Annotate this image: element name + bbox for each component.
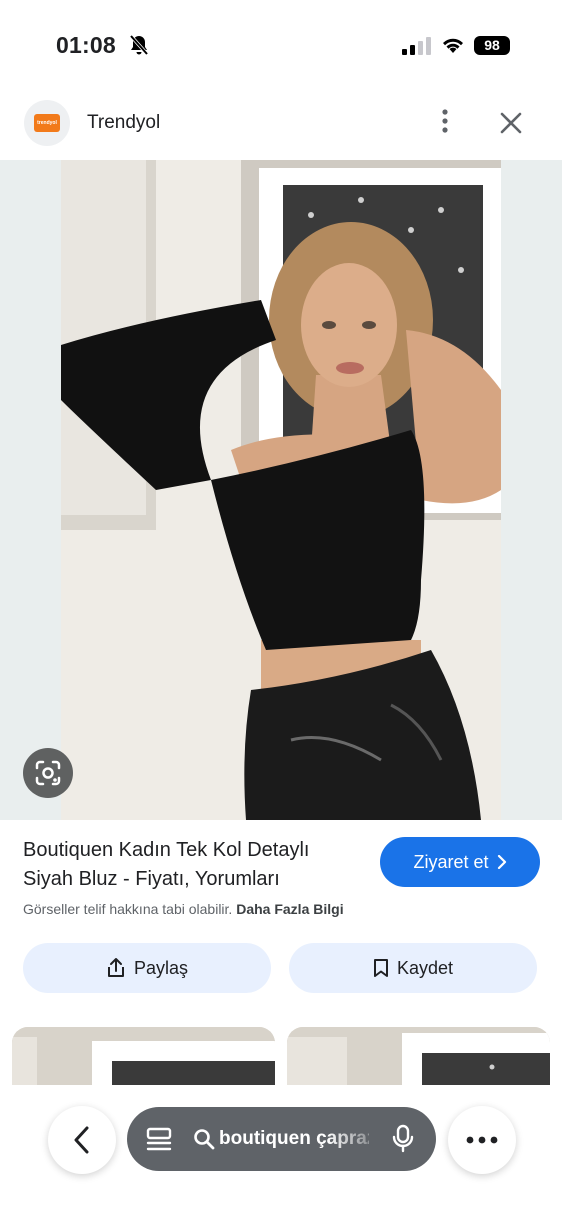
related-image-2-art <box>287 1027 550 1087</box>
result-title[interactable]: Boutiquen Kadın Tek Kol Detaylı Siyah Bl… <box>23 836 368 894</box>
bell-slash-icon <box>129 34 149 56</box>
more-info-link[interactable]: Daha Fazla Bilgi <box>236 901 343 917</box>
more-icon <box>466 1136 498 1144</box>
related-image-1-art <box>12 1027 275 1087</box>
visit-button[interactable]: Ziyaret et <box>380 837 540 887</box>
search-bar[interactable]: boutiquen çapraz <box>127 1107 436 1171</box>
save-button[interactable]: Kaydet <box>289 943 537 993</box>
wifi-icon <box>443 38 463 53</box>
cellular-signal-icon <box>402 37 431 55</box>
site-logo-text: trendyol <box>37 120 57 126</box>
save-button-label: Kaydet <box>396 957 454 978</box>
google-lens-icon <box>35 760 61 786</box>
share-button[interactable]: Paylaş <box>23 943 271 993</box>
product-photo[interactable] <box>61 160 501 820</box>
more-vert-icon[interactable] <box>430 106 460 136</box>
copyright-notice: Görseller telif hakkına tabi olabilir. D… <box>23 901 344 917</box>
image-preview[interactable] <box>0 160 562 820</box>
share-icon <box>107 958 124 977</box>
tabs-icon[interactable] <box>145 1126 173 1152</box>
mic-icon[interactable] <box>392 1124 414 1154</box>
site-name[interactable]: Trendyol <box>87 112 160 134</box>
battery-icon: 98 <box>474 36 510 55</box>
status-time: 01:08 <box>56 32 116 58</box>
related-image-1[interactable] <box>12 1027 275 1087</box>
close-icon[interactable] <box>496 108 526 138</box>
product-photo-art <box>61 160 501 820</box>
result-title-line1: Boutiquen Kadın Tek Kol Detaylı <box>23 839 310 861</box>
result-title-line2: Siyah Bluz - Fiyatı, Yorumları <box>23 868 280 890</box>
search-query-fade <box>327 1107 387 1171</box>
site-logo[interactable]: trendyol <box>24 100 70 146</box>
search-icon <box>194 1129 215 1150</box>
copyright-text: Görseller telif hakkına tabi olabilir. <box>23 901 233 917</box>
visit-button-label: Ziyaret et <box>413 851 489 872</box>
more-options-button[interactable] <box>448 1106 516 1174</box>
source-header: trendyol Trendyol <box>0 96 562 158</box>
chevron-right-icon <box>497 855 506 869</box>
bookmark-icon <box>373 959 388 977</box>
google-lens-button[interactable] <box>23 748 73 798</box>
related-image-2[interactable] <box>287 1027 550 1087</box>
battery-level: 98 <box>484 37 500 53</box>
status-bar: 01:08 98 <box>0 0 562 90</box>
share-button-label: Paylaş <box>133 957 189 978</box>
back-button[interactable] <box>48 1106 116 1174</box>
back-icon <box>74 1126 89 1154</box>
